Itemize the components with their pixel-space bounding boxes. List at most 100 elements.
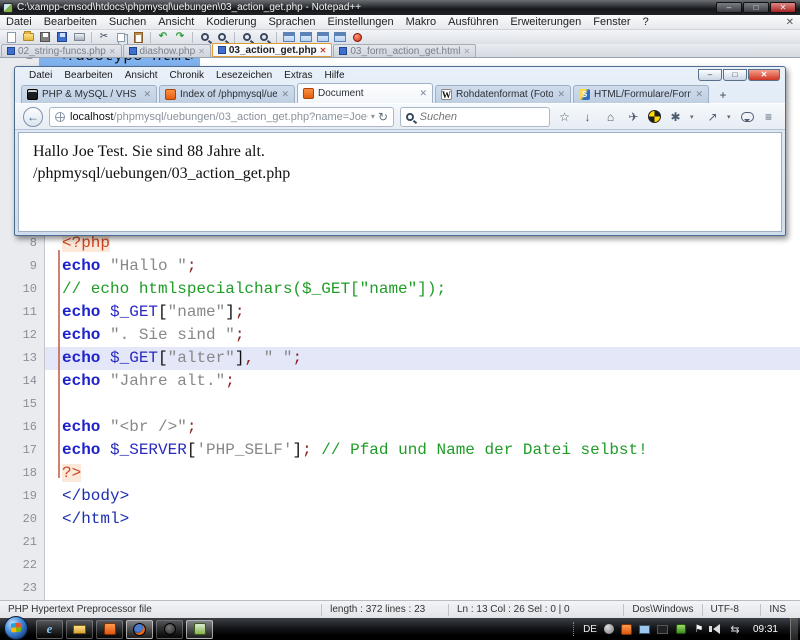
code-line[interactable]: 18?> <box>0 462 800 485</box>
ff-menu-datei[interactable]: Datei <box>23 70 58 81</box>
back-button[interactable]: ← <box>23 107 43 127</box>
language-indicator[interactable]: DE <box>583 624 597 635</box>
document-close-icon[interactable]: ✕ <box>786 17 794 28</box>
ff-tab-document[interactable]: Document ✕ <box>297 83 433 103</box>
tray-status-circle-icon[interactable] <box>603 623 615 635</box>
npp-titlebar[interactable]: C:\xampp-cmsod\htdocs\phpmysql\uebungen\… <box>0 0 800 15</box>
open-folder-icon[interactable] <box>21 31 35 43</box>
tab-close-icon[interactable]: ✕ <box>198 47 205 56</box>
tab-close-icon[interactable]: ✕ <box>419 88 427 99</box>
firefox-window[interactable]: Datei Bearbeiten Ansicht Chronik Lesezei… <box>14 66 786 236</box>
npp-menu-ansicht[interactable]: Ansicht <box>152 15 200 30</box>
npp-menu-makro[interactable]: Makro <box>400 15 443 30</box>
replace-icon[interactable] <box>215 31 229 43</box>
undo-icon[interactable]: ↶ <box>156 31 170 43</box>
code-line[interactable]: 21 <box>0 531 800 554</box>
npp-tab-02-string-funcs[interactable]: 02_string-funcs.php ✕ <box>1 44 122 57</box>
clock[interactable]: 09:31 <box>753 624 778 635</box>
npp-menu-help[interactable]: ? <box>637 15 655 30</box>
code-line[interactable]: 17echo $_SERVER['PHP_SELF']; // Pfad und… <box>0 439 800 462</box>
code-line[interactable]: 11echo $_GET["name"]; <box>0 301 800 324</box>
code-line[interactable]: 23 <box>0 577 800 600</box>
taskbar-media-button[interactable] <box>156 620 183 639</box>
tab-close-icon[interactable]: ✕ <box>143 89 151 100</box>
npp-menu-bearbeiten[interactable]: Bearbeiten <box>38 15 103 30</box>
new-tab-button[interactable]: + <box>713 88 733 103</box>
addon-a-icon[interactable]: ✱ <box>667 110 684 124</box>
code-line[interactable]: 13echo $_GET["alter"], " "; <box>0 347 800 370</box>
tab-close-icon[interactable]: ✕ <box>695 89 703 100</box>
npp-minimize-button[interactable]: – <box>716 2 742 13</box>
new-file-icon[interactable] <box>4 31 18 43</box>
print-icon[interactable] <box>72 31 86 43</box>
tray-flag-icon[interactable]: ⚑ <box>693 623 705 635</box>
ff-menu-lesezeichen[interactable]: Lesezeichen <box>210 70 278 81</box>
save-all-icon[interactable] <box>55 31 69 43</box>
npp-close-button[interactable]: ✕ <box>770 2 796 13</box>
ff-tab-rohdatenformat[interactable]: W Rohdatenformat (Fotografi... ✕ <box>435 85 571 103</box>
npp-menu-einstellungen[interactable]: Einstellungen <box>322 15 400 30</box>
npp-menu-erweiterungen[interactable]: Erweiterungen <box>504 15 587 30</box>
code-line[interactable]: 12echo ". Sie sind "; <box>0 324 800 347</box>
ff-tab-index-of[interactable]: Index of /phpmysql/uebun... ✕ <box>159 85 295 103</box>
tab-close-icon[interactable]: ✕ <box>463 47 470 56</box>
code-line[interactable]: 22 <box>0 554 800 577</box>
ff-tab-html-formulare[interactable]: S HTML/Formulare/Form – S... ✕ <box>573 85 709 103</box>
redo-icon[interactable]: ↷ <box>173 31 187 43</box>
npp-menu-datei[interactable]: Datei <box>0 15 38 30</box>
npp-menu-suchen[interactable]: Suchen <box>103 15 152 30</box>
ff-menu-bearbeiten[interactable]: Bearbeiten <box>58 70 118 81</box>
view-sync-icon[interactable] <box>282 31 296 43</box>
reload-icon[interactable]: ↻ <box>378 110 388 124</box>
ff-close-button[interactable]: ✕ <box>748 69 780 81</box>
zoom-in-icon[interactable] <box>240 31 254 43</box>
ff-menu-hilfe[interactable]: Hilfe <box>319 70 351 81</box>
ff-menu-ansicht[interactable]: Ansicht <box>119 70 164 81</box>
start-button[interactable] <box>4 616 28 640</box>
doc-map-icon[interactable] <box>316 31 330 43</box>
ff-maximize-button[interactable]: □ <box>723 69 747 81</box>
save-icon[interactable] <box>38 31 52 43</box>
download-icon[interactable]: ↓ <box>579 110 596 124</box>
bookmark-star-icon[interactable]: ☆ <box>556 110 573 124</box>
hamburger-menu-icon[interactable]: ≡ <box>760 110 777 124</box>
tab-close-icon[interactable]: ✕ <box>320 46 327 55</box>
code-line[interactable]: 20</html> <box>0 508 800 531</box>
taskbar-ie-button[interactable]: e <box>36 620 63 639</box>
chat-bubble-icon[interactable] <box>741 112 754 122</box>
npp-menu-fenster[interactable]: Fenster <box>587 15 636 30</box>
tab-close-icon[interactable]: ✕ <box>557 89 565 100</box>
taskbar-firefox-button[interactable] <box>126 620 153 639</box>
adblock-icon[interactable] <box>648 110 661 123</box>
tray-sync-icon[interactable]: ⇆ <box>729 623 741 635</box>
tray-speaker-icon[interactable] <box>711 623 723 635</box>
addon-a-dropdown-icon[interactable]: ▾ <box>690 113 698 121</box>
ff-menu-extras[interactable]: Extras <box>278 70 318 81</box>
npp-tab-diashow[interactable]: diashow.php ✕ <box>123 44 211 57</box>
npp-tab-03-action-get[interactable]: 03_action_get.php ✕ <box>212 43 333 57</box>
find-icon[interactable] <box>198 31 212 43</box>
tray-xampp-icon[interactable] <box>621 623 633 635</box>
code-line[interactable]: 19</body> <box>0 485 800 508</box>
tab-close-icon[interactable]: ✕ <box>109 47 116 56</box>
taskbar-explorer-button[interactable] <box>66 620 93 639</box>
code-rows[interactable]: 8<?php9echo "Hallo ";10// echo htmlspeci… <box>0 232 800 600</box>
view-split-icon[interactable] <box>299 31 313 43</box>
code-line[interactable]: 9echo "Hallo "; <box>0 255 800 278</box>
ff-tab-php-mysql[interactable]: PHP & MySQL / VHS BS / 0... ✕ <box>21 85 157 103</box>
cut-icon[interactable]: ✂ <box>97 31 111 43</box>
ff-menu-chronik[interactable]: Chronik <box>164 70 210 81</box>
code-line[interactable]: 10// echo htmlspecialchars($_GET["name"]… <box>0 278 800 301</box>
zoom-out-icon[interactable] <box>257 31 271 43</box>
tray-monitor-dark-icon[interactable] <box>657 623 669 635</box>
addon-b-icon[interactable]: ↗ <box>704 110 721 124</box>
npp-menu-kodierung[interactable]: Kodierung <box>200 15 262 30</box>
paste-icon[interactable] <box>131 31 145 43</box>
copy-icon[interactable] <box>114 31 128 43</box>
record-dot-icon[interactable] <box>350 31 364 43</box>
macro-record-icon[interactable] <box>333 31 347 43</box>
taskbar-xampp-button[interactable] <box>96 620 123 639</box>
code-line[interactable]: 15 <box>0 393 800 416</box>
search-box[interactable] <box>400 107 550 127</box>
npp-menu-ausfuehren[interactable]: Ausführen <box>442 15 504 30</box>
